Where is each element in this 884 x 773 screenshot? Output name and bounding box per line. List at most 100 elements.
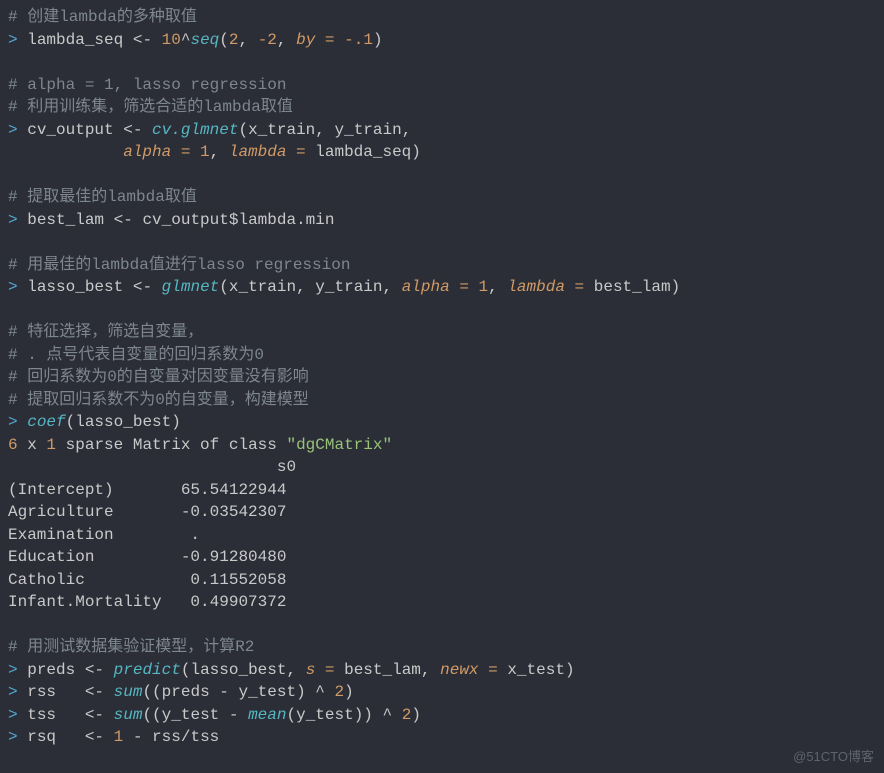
output-line: Infant.Mortality 0.49907372 bbox=[8, 593, 286, 611]
comment-line: # 提取最佳的lambda取值 bbox=[8, 188, 197, 206]
comment-line: # 特征选择，筛选自变量， bbox=[8, 323, 203, 341]
code-token: lambda.min bbox=[238, 211, 334, 229]
prompt: > bbox=[8, 706, 18, 724]
code-token: 2 bbox=[334, 683, 344, 701]
code-token bbox=[142, 121, 152, 139]
code-token: ((y_test - bbox=[142, 706, 248, 724]
code-token bbox=[8, 143, 123, 161]
code-token: best_lam) bbox=[594, 278, 680, 296]
code-token bbox=[104, 706, 114, 724]
code-token bbox=[152, 278, 162, 296]
output-line: Examination . bbox=[8, 526, 286, 544]
comment-line: # 用最佳的lambda值进行lasso regression bbox=[8, 256, 350, 274]
code-token: sum bbox=[114, 683, 143, 701]
code-token: (lasso_best) bbox=[66, 413, 181, 431]
code-token: ( bbox=[219, 31, 229, 49]
code-token bbox=[104, 683, 114, 701]
code-token: (y_test)) ^ bbox=[286, 706, 401, 724]
code-token: (x_train, y_train, bbox=[219, 278, 401, 296]
code-token: 2 bbox=[402, 706, 412, 724]
comment-line: # . 点号代表自变量的回归系数为0 bbox=[8, 346, 264, 364]
output-line: s0 bbox=[8, 458, 296, 476]
code-token: 1 bbox=[479, 278, 489, 296]
code-editor[interactable]: # 创建lambda的多种取值 > lambda_seq <- 10^seq(2… bbox=[0, 0, 884, 755]
code-token: , bbox=[239, 31, 258, 49]
code-token: alpha = bbox=[123, 143, 200, 161]
code-token: <- bbox=[114, 211, 133, 229]
prompt: > bbox=[8, 683, 18, 701]
code-token: cv_output bbox=[27, 121, 123, 139]
code-token bbox=[104, 661, 114, 679]
code-token: 2 bbox=[229, 31, 239, 49]
code-token: cv.glmnet bbox=[152, 121, 238, 139]
output-line: (Intercept) 65.54122944 bbox=[8, 481, 286, 499]
output-line: Catholic 0.11552058 bbox=[8, 571, 286, 589]
code-token: ((preds - y_test) ^ bbox=[142, 683, 334, 701]
code-token: rsq bbox=[27, 728, 85, 746]
output-line: x bbox=[18, 436, 47, 454]
output-line: 6 bbox=[8, 436, 18, 454]
code-token: , bbox=[488, 278, 507, 296]
code-token: - rss/tss bbox=[123, 728, 219, 746]
code-token: predict bbox=[114, 661, 181, 679]
comment-line: # 利用训练集，筛选合适的lambda取值 bbox=[8, 98, 293, 116]
output-line: sparse Matrix of class bbox=[56, 436, 286, 454]
prompt: > bbox=[8, 413, 18, 431]
code-token: by = bbox=[296, 31, 344, 49]
code-token: glmnet bbox=[162, 278, 220, 296]
code-token: 1 bbox=[200, 143, 210, 161]
comment-line: # 用测试数据集验证模型，计算R2 bbox=[8, 638, 254, 656]
prompt: > bbox=[8, 121, 18, 139]
code-token bbox=[104, 728, 114, 746]
prompt: > bbox=[8, 211, 18, 229]
code-token: ) bbox=[411, 706, 421, 724]
code-token: cv_output bbox=[133, 211, 229, 229]
code-token: 10 bbox=[152, 31, 181, 49]
code-token: -2 bbox=[258, 31, 277, 49]
code-token: -.1 bbox=[344, 31, 373, 49]
code-token: 1 bbox=[114, 728, 124, 746]
code-token: ) bbox=[344, 683, 354, 701]
prompt: > bbox=[8, 31, 18, 49]
code-token: <- bbox=[85, 683, 104, 701]
code-token: , bbox=[210, 143, 229, 161]
code-token: (x_train, y_train, bbox=[238, 121, 411, 139]
code-token: <- bbox=[133, 278, 152, 296]
code-token: seq bbox=[190, 31, 219, 49]
code-token: mean bbox=[248, 706, 286, 724]
code-token: best_lam, bbox=[344, 661, 440, 679]
code-token: preds bbox=[27, 661, 85, 679]
code-token: rss bbox=[27, 683, 85, 701]
prompt: > bbox=[8, 278, 18, 296]
code-token: <- bbox=[85, 661, 104, 679]
code-token: <- bbox=[85, 706, 104, 724]
code-token: coef bbox=[27, 413, 65, 431]
code-token: , bbox=[277, 31, 296, 49]
code-token: lambda = bbox=[507, 278, 593, 296]
output-line: Education -0.91280480 bbox=[8, 548, 286, 566]
code-token: <- bbox=[85, 728, 104, 746]
comment-line: # alpha = 1, lasso regression bbox=[8, 76, 286, 94]
code-token: lambda = bbox=[229, 143, 315, 161]
output-line: "dgCMatrix" bbox=[286, 436, 392, 454]
code-token: <- bbox=[133, 31, 152, 49]
output-line: 1 bbox=[46, 436, 56, 454]
output-line: Agriculture -0.03542307 bbox=[8, 503, 286, 521]
code-token: (lasso_best, bbox=[181, 661, 306, 679]
code-token: best_lam bbox=[27, 211, 113, 229]
prompt: > bbox=[8, 728, 18, 746]
prompt: > bbox=[8, 661, 18, 679]
code-token: newx = bbox=[440, 661, 507, 679]
code-token: ) bbox=[373, 31, 383, 49]
code-token: lambda_seq) bbox=[315, 143, 421, 161]
code-token: <- bbox=[123, 121, 142, 139]
comment-line: # 回归系数为0的自变量对因变量没有影响 bbox=[8, 368, 309, 386]
code-token: x_test) bbox=[507, 661, 574, 679]
comment-line: # 创建lambda的多种取值 bbox=[8, 8, 197, 26]
code-token: sum bbox=[114, 706, 143, 724]
code-token: tss bbox=[27, 706, 85, 724]
code-token: lambda_seq bbox=[27, 31, 133, 49]
code-token: lasso_best bbox=[27, 278, 133, 296]
comment-line: # 提取回归系数不为0的自变量，构建模型 bbox=[8, 391, 309, 409]
code-token: alpha = bbox=[402, 278, 479, 296]
